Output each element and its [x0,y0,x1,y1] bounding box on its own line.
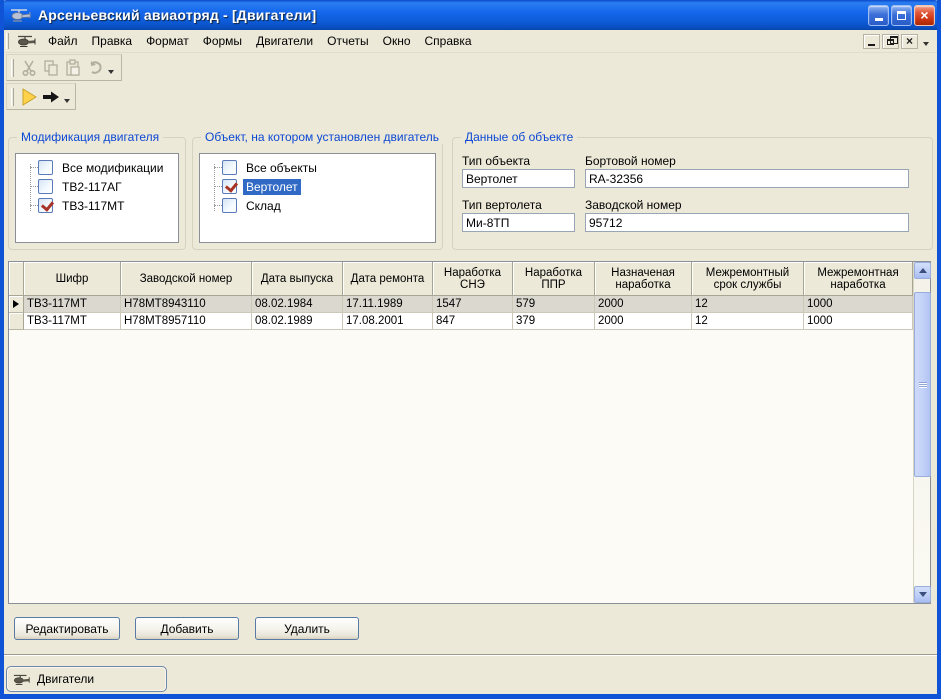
paste-icon[interactable] [62,57,84,79]
taskbar-button-engines[interactable]: Двигатели [6,666,167,692]
current-row-arrow-icon [13,300,19,308]
checkbox[interactable] [38,198,53,213]
row-selector [9,313,24,330]
document-helicopter-icon[interactable] [17,34,37,48]
header-selector [9,262,24,296]
scroll-down-button[interactable] [914,586,931,603]
group-title: Данные об объекте [461,130,577,144]
delete-button[interactable]: Удалить [255,617,359,640]
header-overhaul-time: Межремонтная наработка [804,262,913,296]
checkbox[interactable] [38,179,53,194]
helicopter-type-field[interactable] [462,213,575,232]
minimize-button[interactable] [868,5,889,26]
checkbox[interactable] [222,198,237,213]
factory-number-label: Заводской номер [585,198,682,212]
group-title: Модификация двигателя [17,130,163,144]
helicopter-type-label: Тип вертолета [462,198,542,212]
grid-row[interactable]: ТВ3-117МТ Н78МТ8957110 08.02.1989 17.08.… [9,313,913,330]
menu-options-arrow-icon[interactable] [923,42,929,46]
toolbar-grip[interactable] [11,59,14,77]
header-release-date: Дата выпуска [252,262,343,296]
vertical-scrollbar[interactable] [913,262,930,603]
group-installed-object: Объект, на котором установлен двигатель … [192,137,443,250]
app-helicopter-icon [10,7,32,23]
copy-icon[interactable] [40,57,62,79]
next-record-icon[interactable] [40,86,62,108]
header-serial: Заводской номер [121,262,252,296]
grid-header: Шифр Заводской номер Дата выпуска Дата р… [9,262,913,296]
toolbar-more-arrow-icon[interactable] [108,70,114,74]
run-toolbar [6,83,76,110]
grid-row[interactable]: ТВ3-117МТ Н78МТ8943110 08.02.1984 17.11.… [9,296,913,313]
taskbar-helicopter-icon [13,673,31,686]
menu-bar: Файл Правка Формат Формы Двигатели Отчет… [4,30,937,53]
group-object-data: Данные об объекте Тип объекта Бортовой н… [452,137,933,250]
undo-icon[interactable] [84,57,106,79]
toolbar-more-arrow-icon[interactable] [64,99,70,103]
header-overhaul-life: Межремонтный срок службы [692,262,804,296]
object-type-label: Тип объекта [462,154,530,168]
modification-checklist: Все модификации ТВ2-117АГ ТВ3-117МТ [15,153,179,243]
menu-file[interactable]: Файл [41,31,85,51]
cut-icon[interactable] [18,57,40,79]
menu-window[interactable]: Окно [376,31,418,51]
checkbox[interactable] [38,160,53,175]
group-engine-modification: Модификация двигателя Все модификации ТВ… [8,137,186,250]
checklist-item-tv2-117ag[interactable]: ТВ2-117АГ [16,177,178,196]
window-title: Арсеньевский авиаотряд - [Двигатели] [38,7,316,23]
mdi-close-button[interactable]: × [901,34,918,49]
menu-edit[interactable]: Правка [85,31,140,51]
edit-button[interactable]: Редактировать [14,617,120,640]
checklist-item-warehouse[interactable]: Склад [200,196,435,215]
taskbar-button-label: Двигатели [37,672,94,686]
mdi-restore-button[interactable] [882,34,899,49]
header-repair-date: Дата ремонта [343,262,433,296]
maximize-button[interactable] [891,5,912,26]
menu-forms[interactable]: Формы [196,31,249,51]
scroll-up-button[interactable] [914,262,931,279]
app-window: Арсеньевский авиаотряд - [Двигатели] × Ф… [0,0,941,699]
menu-engines[interactable]: Двигатели [249,31,320,51]
close-button[interactable]: × [914,5,935,26]
toolbar-grip[interactable] [11,88,14,106]
title-bar[interactable]: Арсеньевский авиаотряд - [Двигатели] × [0,0,941,30]
group-title: Объект, на котором установлен двигатель [201,130,443,144]
chevron-down-icon [919,592,927,597]
checklist-item-helicopter[interactable]: Вертолет [200,177,435,196]
mdi-taskbar: Двигатели [4,656,937,694]
row-selector [9,296,24,313]
add-button[interactable]: Добавить [135,617,239,640]
menu-grip[interactable] [6,33,9,49]
scrollbar-thumb[interactable] [914,292,931,477]
run-icon[interactable] [18,86,40,108]
header-cipher: Шифр [24,262,121,296]
header-time-ppr: Наработка ППР [513,262,595,296]
board-number-field[interactable] [585,169,909,188]
checkbox[interactable] [222,160,237,175]
checklist-item-tv3-117mt[interactable]: ТВ3-117МТ [16,196,178,215]
header-time-sne: Наработка СНЭ [433,262,513,296]
checkbox[interactable] [222,179,237,194]
menu-reports[interactable]: Отчеты [320,31,375,51]
mdi-minimize-button[interactable] [863,34,880,49]
engines-grid: Шифр Заводской номер Дата выпуска Дата р… [8,261,931,604]
menu-help[interactable]: Справка [418,31,479,51]
board-number-label: Бортовой номер [585,154,676,168]
checklist-item-all-objects[interactable]: Все объекты [200,158,435,177]
edit-toolbar [6,54,122,81]
checklist-item-all-modifications[interactable]: Все модификации [16,158,178,177]
object-checklist: Все объекты Вертолет Склад [199,153,436,243]
chevron-up-icon [919,268,927,273]
header-assigned-time: Назначеная наработка [595,262,692,296]
factory-number-field[interactable] [585,213,909,232]
menu-format[interactable]: Формат [139,31,196,51]
object-type-field[interactable] [462,169,575,188]
